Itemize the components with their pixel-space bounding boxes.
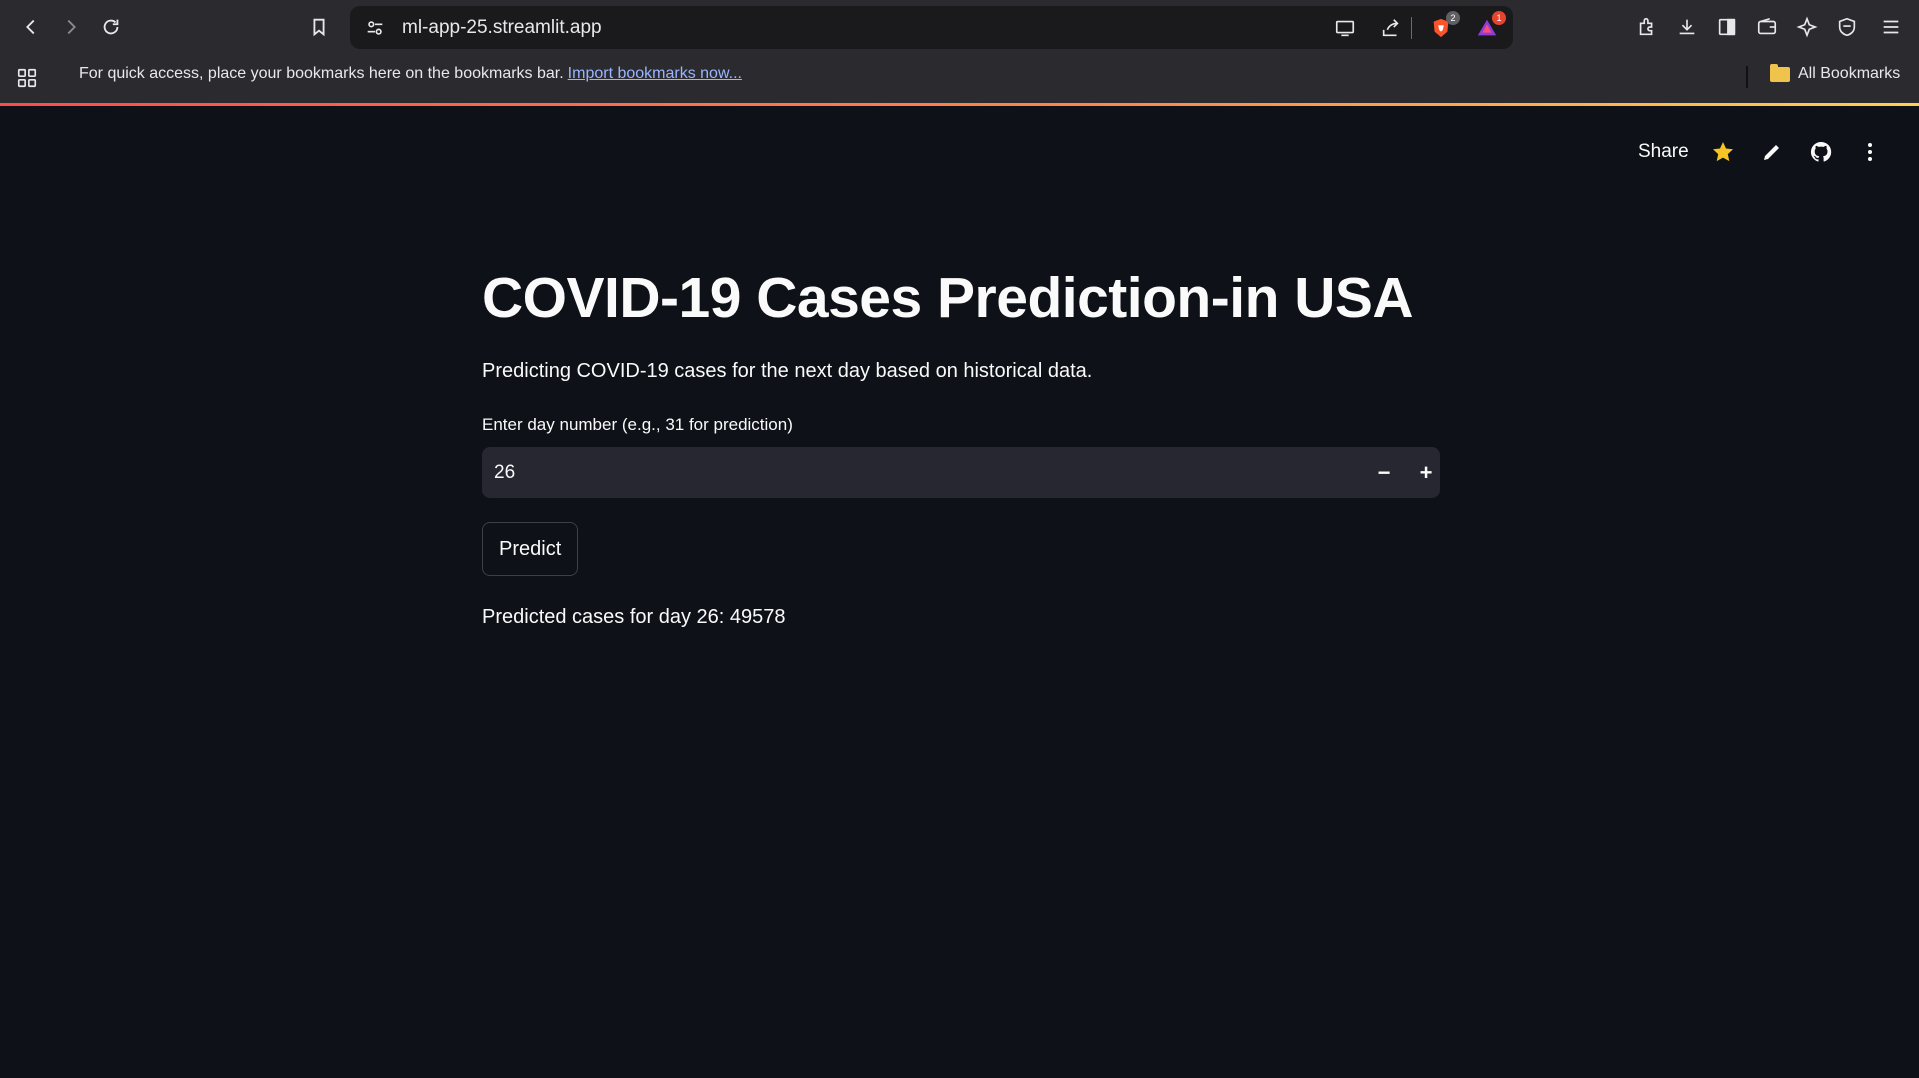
cast-icon[interactable] <box>1332 15 1358 41</box>
edit-icon[interactable] <box>1758 138 1786 166</box>
bookmarks-hint-text: For quick access, place your bookmarks h… <box>79 65 564 82</box>
bookmarks-separator <box>1746 66 1748 88</box>
main-content: COVID-19 Cases Prediction-in USA Predict… <box>482 260 1440 629</box>
day-number-input: − + <box>482 447 1440 498</box>
star-icon[interactable] <box>1709 138 1737 166</box>
address-bar[interactable]: ml-app-25.streamlit.app 2 1 <box>350 6 1513 49</box>
back-icon[interactable] <box>16 12 46 42</box>
sidebar-toggle-icon[interactable] <box>1712 12 1742 42</box>
bookmarks-bar: For quick access, place your bookmarks h… <box>0 55 1919 105</box>
reload-icon[interactable] <box>96 12 126 42</box>
share-button[interactable]: Share <box>1638 141 1689 163</box>
page-description: Predicting COVID-19 cases for the next d… <box>482 360 1093 382</box>
rewards-count-badge: 1 <box>1492 11 1506 25</box>
vpn-shield-icon[interactable] <box>1832 12 1862 42</box>
day-number-label: Enter day number (e.g., 31 for predictio… <box>482 415 793 434</box>
forward-icon[interactable] <box>56 12 86 42</box>
prediction-result: Predicted cases for day 26: 49578 <box>482 606 786 628</box>
predict-button[interactable]: Predict <box>482 522 579 576</box>
more-options-icon[interactable] <box>1856 138 1884 166</box>
import-bookmarks-link[interactable]: Import bookmarks now... <box>568 65 742 82</box>
github-icon[interactable] <box>1807 138 1835 166</box>
leo-ai-icon[interactable] <box>1792 12 1822 42</box>
folder-icon <box>1770 63 1790 82</box>
increment-button[interactable]: + <box>1408 455 1444 491</box>
brave-rewards-icon[interactable]: 1 <box>1474 11 1506 41</box>
apps-grid-icon[interactable] <box>12 63 42 93</box>
streamlit-decoration-bar <box>0 103 1919 106</box>
download-icon[interactable] <box>1672 12 1702 42</box>
extensions-icon[interactable] <box>1632 12 1662 42</box>
share-page-icon[interactable] <box>1378 15 1404 41</box>
shields-count-badge: 2 <box>1446 11 1460 25</box>
bookmarks-message: For quick access, place your bookmarks h… <box>79 65 742 83</box>
url-separator <box>1411 17 1412 39</box>
site-settings-icon[interactable] <box>362 15 388 41</box>
menu-icon[interactable] <box>1876 12 1906 42</box>
bookmark-icon[interactable] <box>304 12 334 42</box>
decrement-button[interactable]: − <box>1366 455 1402 491</box>
brave-shields-icon[interactable]: 2 <box>1428 11 1460 41</box>
all-bookmarks-label: All Bookmarks <box>1798 65 1901 82</box>
day-number-field[interactable] <box>482 447 1332 498</box>
all-bookmarks-button[interactable]: All Bookmarks <box>1770 63 1901 83</box>
page-title: COVID-19 Cases Prediction-in USA <box>482 266 1414 330</box>
url-text[interactable]: ml-app-25.streamlit.app <box>402 17 602 39</box>
wallet-icon[interactable] <box>1752 12 1782 42</box>
browser-toolbar: ml-app-25.streamlit.app 2 1 <box>0 0 1919 55</box>
